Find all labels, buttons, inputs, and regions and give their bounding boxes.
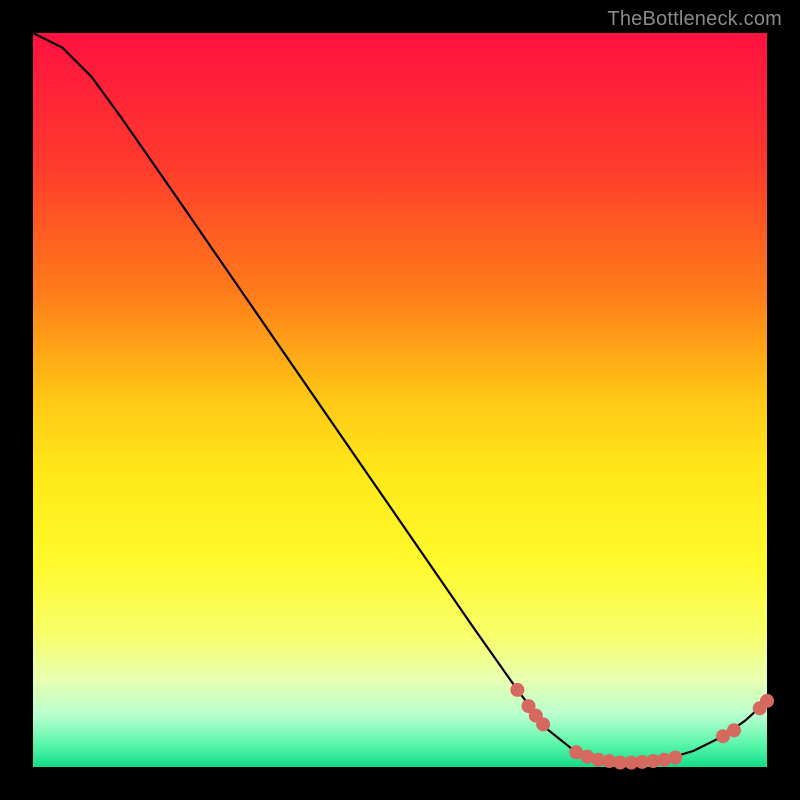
chart-background [33,33,767,767]
bottleneck-chart [0,0,800,800]
data-marker [668,751,682,765]
data-marker [510,683,524,697]
watermark-text: TheBottleneck.com [607,8,782,31]
data-marker [536,717,550,731]
data-marker [727,723,741,737]
data-marker [760,694,774,708]
